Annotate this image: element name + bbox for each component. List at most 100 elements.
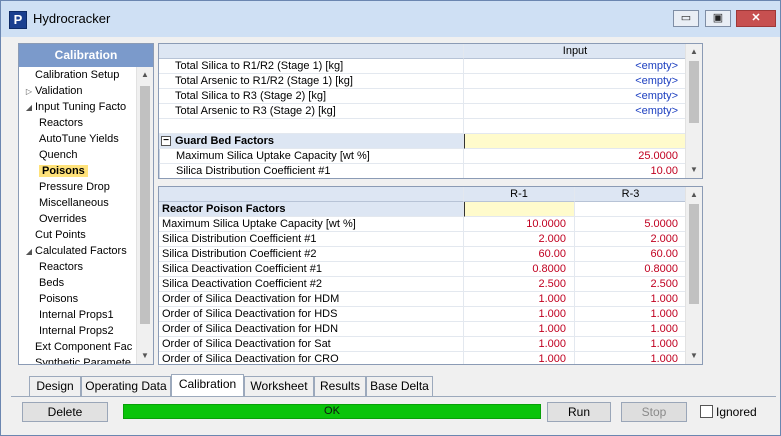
row-label: Total Silica to R1/R2 (Stage 1) [kg] xyxy=(159,59,464,74)
tab-worksheet[interactable]: Worksheet xyxy=(244,376,314,396)
r3-value-cell[interactable]: 1.000 xyxy=(575,352,687,364)
r1-value-cell[interactable]: 10.0000 xyxy=(464,217,575,232)
sidebar-item-overrides[interactable]: Overrides xyxy=(19,211,137,227)
sidebar-item-miscellaneous[interactable]: Miscellaneous xyxy=(19,195,137,211)
collapse-icon[interactable]: − xyxy=(161,136,171,146)
sidebar-item-validation[interactable]: ▷ Validation xyxy=(19,83,137,99)
reactor-poison-grid: R-1 R-3 Reactor Poison Factors Maximum S… xyxy=(158,186,703,365)
table-row: Order of Silica Deactivation for HDS 1.00… xyxy=(159,307,687,322)
collapse-arrow-icon[interactable]: ◢ xyxy=(23,100,35,115)
sidebar-item-autotune-yields[interactable]: AutoTune Yields xyxy=(19,131,137,147)
close-button[interactable]: ✕ xyxy=(736,10,776,27)
input-cell[interactable]: <empty> xyxy=(464,89,687,104)
bottom-grid-scrollbar[interactable]: ▲ ▼ xyxy=(685,187,702,364)
expand-arrow-icon[interactable]: ▷ xyxy=(23,84,35,99)
tab-base-delta[interactable]: Base Delta xyxy=(366,376,433,396)
r1-value-cell[interactable]: 1.000 xyxy=(464,292,575,307)
tab-calibration[interactable]: Calibration xyxy=(171,374,244,397)
sidebar-item-internal-props1[interactable]: Internal Props1 xyxy=(19,307,137,323)
sidebar-item-ext-component-fac[interactable]: Ext Component Fac xyxy=(19,339,137,355)
input-cell[interactable] xyxy=(464,119,687,134)
scroll-thumb[interactable] xyxy=(689,61,699,123)
minimize-button[interactable]: ▭ xyxy=(673,10,699,27)
table-row: − Guard Bed Factors xyxy=(159,134,687,149)
scroll-down-icon[interactable]: ▼ xyxy=(137,348,153,364)
row-label: Order of Silica Deactivation for Sat xyxy=(159,337,464,352)
r1-value-cell[interactable]: 2.000 xyxy=(464,232,575,247)
input-cell[interactable]: <empty> xyxy=(464,59,687,74)
r3-value-cell[interactable]: 60.00 xyxy=(575,247,687,262)
section-r1-cell[interactable] xyxy=(464,202,575,217)
r3-value-cell[interactable]: 2.500 xyxy=(575,277,687,292)
nav-panel-header: Calibration xyxy=(19,44,153,67)
guard-bed-section-label: Guard Bed Factors xyxy=(175,135,275,147)
stage-input-grid: Input Total Silica to R1/R2 (Stage 1) [k… xyxy=(158,43,703,179)
nav-tree-scrollbar[interactable]: ▲ ▼ xyxy=(136,67,153,364)
input-cell[interactable]: <empty> xyxy=(464,74,687,89)
sidebar-item-calibration-setup[interactable]: Calibration Setup xyxy=(19,67,137,83)
window-title: Hydrocracker xyxy=(33,11,111,26)
sidebar-item-quench[interactable]: Quench xyxy=(19,147,137,163)
r3-value-cell[interactable]: 1.000 xyxy=(575,337,687,352)
row-label: Silica Distribution Coefficient #1 xyxy=(159,232,464,247)
r3-value-cell[interactable]: 1.000 xyxy=(575,292,687,307)
tab-design[interactable]: Design xyxy=(29,376,81,396)
scroll-up-icon[interactable]: ▲ xyxy=(686,44,702,60)
sidebar-item-label: Cut Points xyxy=(35,229,86,241)
r1-value-cell[interactable]: 1.000 xyxy=(464,307,575,322)
title-bar[interactable]: P Hydrocracker ▭ ▣ ✕ xyxy=(1,1,780,37)
r1-value-cell[interactable]: 2.500 xyxy=(464,277,575,292)
sidebar-item-calculated-factors[interactable]: ◢ Calculated Factors xyxy=(19,243,137,259)
r1-value-cell[interactable]: 0.8000 xyxy=(464,262,575,277)
ignored-checkbox[interactable] xyxy=(700,405,713,418)
r3-value-cell[interactable]: 2.000 xyxy=(575,232,687,247)
sidebar-item-label: Calibration Setup xyxy=(35,69,120,81)
sidebar-item-internal-props2[interactable]: Internal Props2 xyxy=(19,323,137,339)
collapse-arrow-icon[interactable]: ◢ xyxy=(23,244,35,259)
input-cell[interactable]: 25.0000 xyxy=(464,149,687,164)
r3-value-cell[interactable]: 0.8000 xyxy=(575,262,687,277)
restore-button[interactable]: ▣ xyxy=(705,10,731,27)
sidebar-item-label: Validation xyxy=(35,85,83,97)
sidebar-item-label: Miscellaneous xyxy=(39,197,109,209)
scroll-down-icon[interactable]: ▼ xyxy=(686,348,702,364)
r1-value-cell[interactable]: 1.000 xyxy=(464,337,575,352)
sidebar-item-synthetic-paramete[interactable]: Synthetic Paramete xyxy=(19,355,137,364)
sidebar-item-reactors[interactable]: Reactors xyxy=(19,115,137,131)
r3-value-cell[interactable]: 1.000 xyxy=(575,322,687,337)
row-label: Order of Silica Deactivation for CRO xyxy=(159,352,464,364)
scroll-up-icon[interactable]: ▲ xyxy=(686,187,702,203)
tab-results[interactable]: Results xyxy=(314,376,366,396)
input-cell[interactable]: 10.00 xyxy=(464,164,687,178)
r1-value-cell[interactable]: 1.000 xyxy=(464,352,575,364)
top-grid-scrollbar[interactable]: ▲ ▼ xyxy=(685,44,702,178)
status-bar: OK xyxy=(123,404,541,419)
table-row: Silica Distribution Coefficient #1 2.000 2… xyxy=(159,232,687,247)
tab-operating-data[interactable]: Operating Data xyxy=(81,376,171,396)
r1-value-cell[interactable]: 1.000 xyxy=(464,322,575,337)
sidebar-item-poisons[interactable]: Poisons xyxy=(19,291,137,307)
input-cell[interactable] xyxy=(464,134,687,149)
run-button[interactable]: Run xyxy=(547,402,611,422)
sidebar-item-pressure-drop[interactable]: Pressure Drop xyxy=(19,179,137,195)
input-cell[interactable]: <empty> xyxy=(464,104,687,119)
section-r3-cell[interactable] xyxy=(575,202,687,217)
scroll-down-icon[interactable]: ▼ xyxy=(686,162,702,178)
scroll-up-icon[interactable]: ▲ xyxy=(137,67,153,83)
stop-button[interactable]: Stop xyxy=(621,402,687,422)
sidebar-item-reactors[interactable]: Reactors xyxy=(19,259,137,275)
r1-value-cell[interactable]: 60.00 xyxy=(464,247,575,262)
sidebar-item-poisons[interactable]: Poisons xyxy=(19,163,137,179)
scroll-thumb[interactable] xyxy=(689,204,699,304)
sidebar-item-input-tuning-facto[interactable]: ◢ Input Tuning Facto xyxy=(19,99,137,115)
scroll-thumb[interactable] xyxy=(140,86,150,324)
sidebar-item-label: Overrides xyxy=(39,213,87,225)
row-label: Silica Deactivation Coefficient #2 xyxy=(159,277,464,292)
r3-value-cell[interactable]: 5.0000 xyxy=(575,217,687,232)
delete-button[interactable]: Delete xyxy=(22,402,108,422)
sidebar-item-beds[interactable]: Beds xyxy=(19,275,137,291)
nav-tree: Calibration Setup ▷ Validation ◢ Input Tunin… xyxy=(19,67,137,364)
sidebar-item-label: Beds xyxy=(39,277,65,289)
r3-value-cell[interactable]: 1.000 xyxy=(575,307,687,322)
sidebar-item-cut-points[interactable]: Cut Points xyxy=(19,227,137,243)
